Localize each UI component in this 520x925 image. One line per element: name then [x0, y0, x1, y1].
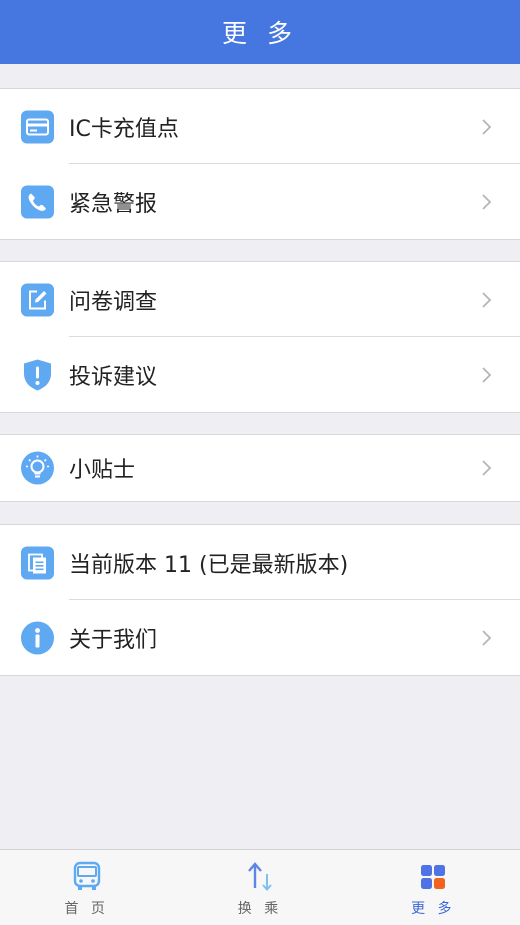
menu-item-label: 小贴士	[69, 458, 136, 483]
shield-alert-icon	[21, 358, 54, 391]
menu-item-complaints[interactable]: 投诉建议	[0, 337, 520, 412]
menu-item-tips[interactable]: 小贴士	[0, 435, 520, 501]
tab-home[interactable]: 首 页	[0, 850, 173, 925]
info-icon	[21, 621, 54, 654]
chevron-right-icon	[481, 118, 493, 136]
menu-group-2: 问卷调查 投诉建议	[0, 261, 520, 413]
bus-icon	[70, 860, 104, 894]
menu-item-emergency-alert[interactable]: 紧急警报	[0, 164, 520, 239]
menu-item-ic-card-recharge[interactable]: IC卡充值点	[0, 89, 520, 164]
menu-item-label: 问卷调查	[69, 289, 158, 315]
menu-item-label: IC卡充值点	[69, 116, 179, 142]
menu-group-4: 当前版本 11 (已是最新版本) 关于我们	[0, 524, 520, 676]
grid-icon	[416, 860, 450, 894]
menu-item-about-us[interactable]: 关于我们	[0, 600, 520, 675]
page-title: 更 多	[222, 19, 298, 48]
menu-item-survey[interactable]: 问卷调查	[0, 262, 520, 337]
chevron-right-icon	[481, 629, 493, 647]
menu-group-1: IC卡充值点 紧急警报	[0, 88, 520, 240]
edit-icon	[21, 283, 54, 316]
chevron-right-icon	[481, 193, 493, 211]
phone-icon	[21, 185, 54, 218]
page-header: 更 多	[0, 0, 520, 64]
menu-item-label: 当前版本 11 (已是最新版本)	[69, 552, 349, 578]
document-icon	[21, 546, 54, 579]
chevron-right-icon	[481, 459, 493, 477]
menu-group-3: 小贴士	[0, 434, 520, 502]
card-icon	[21, 110, 54, 143]
chevron-right-icon	[481, 366, 493, 384]
tab-more[interactable]: 更 多	[347, 850, 520, 925]
menu-item-label: 关于我们	[69, 627, 158, 653]
lightbulb-icon	[21, 451, 54, 485]
menu-item-label: 投诉建议	[69, 364, 158, 390]
tab-transfer[interactable]: 换 乘	[173, 850, 346, 925]
menu-item-version: 当前版本 11 (已是最新版本)	[0, 525, 520, 600]
tab-bar: 首 页 换 乘 更 多	[0, 849, 520, 925]
chevron-right-icon	[481, 291, 493, 309]
tab-label: 更 多	[411, 901, 456, 917]
tab-label: 首 页	[64, 901, 109, 917]
menu-item-label: 紧急警报	[69, 191, 158, 217]
tab-label: 换 乘	[237, 901, 283, 917]
transfer-arrows-icon	[243, 860, 277, 894]
